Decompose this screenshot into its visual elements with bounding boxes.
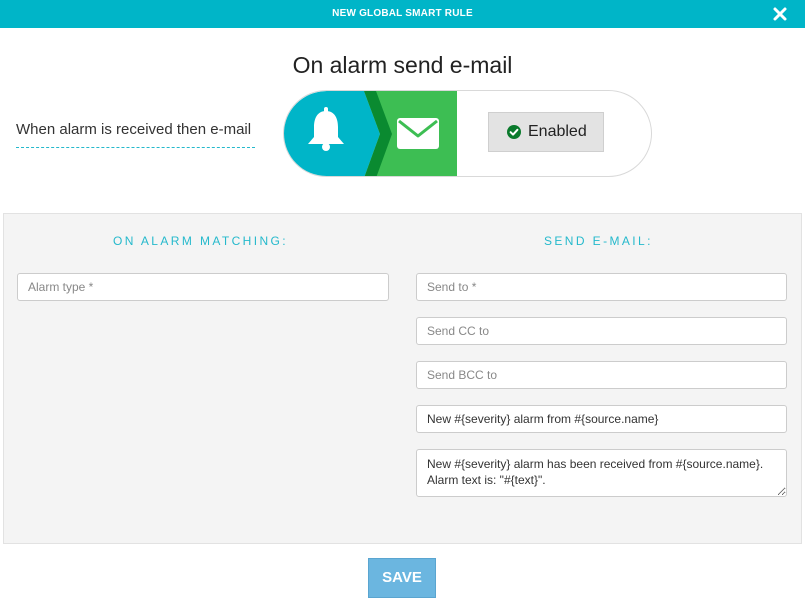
dialog-footer: SAVE: [0, 545, 805, 610]
dialog-titlebar: NEW GLOBAL SMART RULE: [0, 0, 805, 28]
send-bcc-input[interactable]: [416, 361, 787, 389]
check-circle-icon: [507, 125, 521, 139]
close-button[interactable]: [769, 3, 791, 25]
alarm-matching-heading: ON ALARM MATCHING:: [113, 234, 288, 248]
save-button[interactable]: SAVE: [368, 558, 436, 598]
rule-flow-pill: Enabled: [283, 90, 652, 177]
enabled-toggle-button[interactable]: Enabled: [488, 112, 604, 152]
rule-description-field[interactable]: When alarm is received then e-mail is se…: [16, 118, 255, 148]
enabled-label: Enabled: [528, 123, 587, 140]
send-cc-input[interactable]: [416, 317, 787, 345]
close-icon: [773, 7, 787, 21]
alarm-type-input[interactable]: [17, 273, 389, 301]
rule-title: On alarm send e-mail: [292, 52, 513, 78]
email-body-textarea[interactable]: New #{severity} alarm has been received …: [416, 449, 787, 497]
send-email-heading: SEND E-MAIL:: [544, 234, 653, 248]
send-to-input[interactable]: [416, 273, 787, 301]
email-subject-input[interactable]: [416, 405, 787, 433]
rule-config-panel: ON ALARM MATCHING: SEND E-MAIL: New #{se…: [3, 213, 802, 544]
dialog-title: NEW GLOBAL SMART RULE: [332, 8, 473, 19]
envelope-icon: [397, 118, 439, 149]
